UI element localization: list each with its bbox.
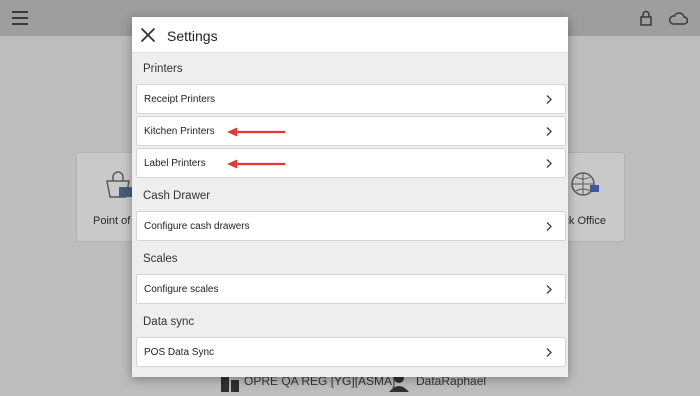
configure-scales-row[interactable]: Configure scales	[136, 274, 566, 304]
chevron-right-icon	[546, 127, 552, 136]
row-label: Configure cash drawers	[144, 221, 250, 232]
shopping-bag-icon	[106, 171, 133, 198]
tile-label: ck Office	[563, 215, 606, 227]
dialog-body: Printers Receipt Printers Kitchen Printe…	[132, 53, 568, 367]
dialog-title: Settings	[167, 28, 218, 44]
label-printers-row[interactable]: Label Printers	[136, 148, 566, 178]
row-label: Label Printers	[144, 158, 206, 169]
pos-data-sync-row[interactable]: POS Data Sync	[136, 337, 566, 367]
annotation-arrow	[227, 159, 285, 169]
section-scales-label: Scales	[143, 253, 178, 265]
receipt-printers-row[interactable]: Receipt Printers	[136, 84, 566, 114]
section-data-sync-label: Data sync	[143, 316, 195, 328]
chevron-right-icon	[546, 348, 552, 357]
annotation-arrow	[227, 127, 285, 137]
chevron-right-icon	[546, 285, 552, 294]
kitchen-printers-row[interactable]: Kitchen Printers	[136, 116, 566, 146]
row-label: POS Data Sync	[144, 347, 215, 358]
dialog-header: Settings	[132, 17, 568, 53]
row-label: Receipt Printers	[144, 94, 216, 105]
row-label: Configure scales	[144, 284, 219, 295]
chevron-right-icon	[546, 159, 552, 168]
cloud-icon[interactable]	[668, 11, 688, 25]
hamburger-icon[interactable]	[12, 11, 28, 25]
chevron-right-icon	[546, 222, 552, 231]
section-printers-label: Printers	[143, 63, 183, 75]
row-label: Kitchen Printers	[144, 126, 215, 137]
globe-plug-icon	[571, 172, 599, 196]
chevron-right-icon	[546, 95, 552, 104]
lock-icon[interactable]	[640, 10, 652, 26]
configure-cash-drawers-row[interactable]: Configure cash drawers	[136, 211, 566, 241]
settings-dialog: Settings Printers Receipt Printers Kitch…	[132, 17, 568, 377]
section-cash-drawer-label: Cash Drawer	[143, 190, 211, 202]
close-icon[interactable]	[138, 25, 158, 45]
